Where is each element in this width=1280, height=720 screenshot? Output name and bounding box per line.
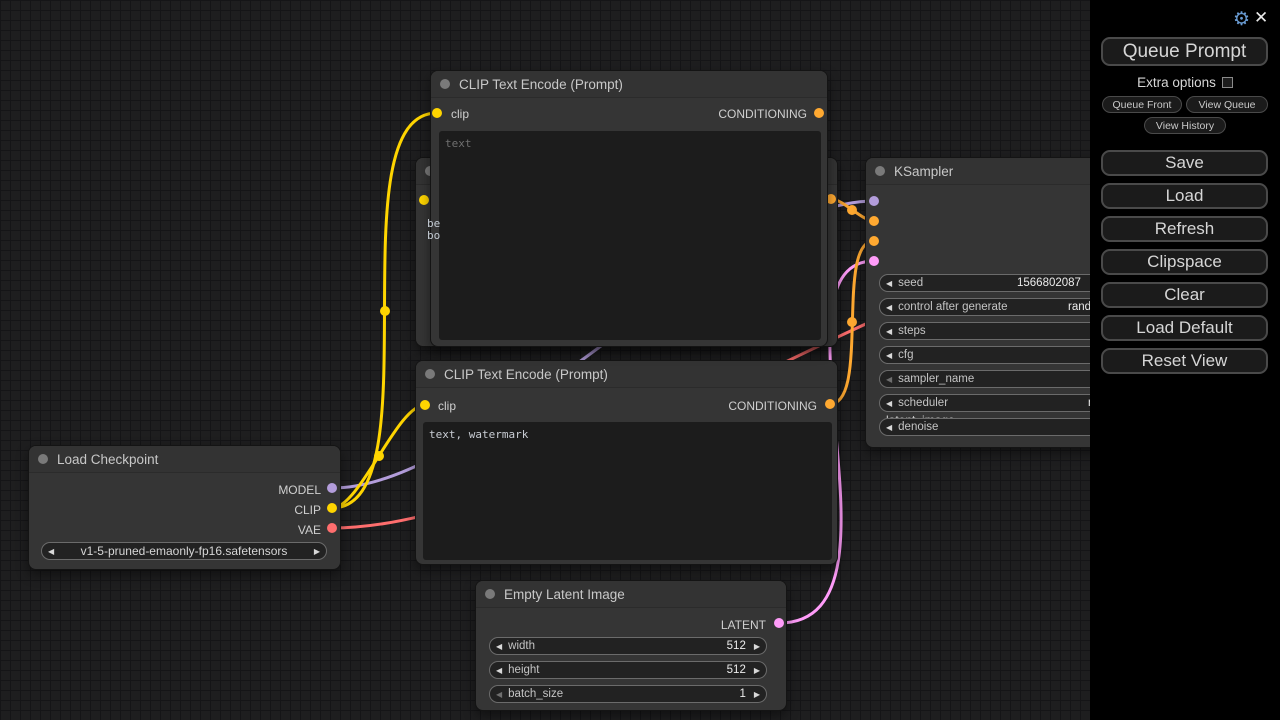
node-type-dot-icon bbox=[38, 454, 48, 464]
node-titlebar[interactable]: CLIP Text Encode (Prompt) bbox=[431, 71, 827, 98]
conditioning-output-label: CONDITIONING bbox=[728, 399, 817, 413]
batch-size-value: 1 bbox=[739, 688, 745, 700]
left-arrow-icon[interactable]: ◀ bbox=[886, 351, 892, 360]
width-widget[interactable]: ◀ width 512 ▶ bbox=[489, 637, 767, 655]
height-value: 512 bbox=[727, 664, 746, 676]
left-arrow-icon[interactable]: ◀ bbox=[496, 690, 502, 699]
prompt-textarea[interactable]: text bbox=[439, 131, 821, 340]
node-titlebar[interactable]: Empty Latent Image bbox=[476, 581, 786, 608]
node-clip-text-encode-top[interactable]: CLIP Text Encode (Prompt) clip CONDITION… bbox=[430, 70, 828, 347]
load-default-button[interactable]: Load Default bbox=[1101, 315, 1268, 341]
height-widget[interactable]: ◀ height 512 ▶ bbox=[489, 661, 767, 679]
clip-input-slot[interactable] bbox=[420, 400, 430, 410]
right-arrow-icon[interactable]: ▶ bbox=[754, 690, 760, 699]
clip-output-label: CLIP bbox=[294, 503, 321, 517]
latent-output-label: LATENT bbox=[721, 618, 766, 632]
left-arrow-icon[interactable]: ◀ bbox=[496, 642, 502, 651]
latent-output-slot[interactable] bbox=[774, 618, 784, 628]
left-arrow-icon[interactable]: ◀ bbox=[886, 303, 892, 312]
save-button[interactable]: Save bbox=[1101, 150, 1268, 176]
width-value: 512 bbox=[727, 640, 746, 652]
conditioning-output-slot[interactable] bbox=[825, 399, 835, 409]
link-dot bbox=[380, 306, 390, 316]
model-output-slot[interactable] bbox=[327, 483, 337, 493]
extra-options-row: Extra options bbox=[1090, 75, 1280, 90]
latent-image-input-slot[interactable] bbox=[869, 256, 879, 266]
link-dot bbox=[374, 451, 384, 461]
node-title: CLIP Text Encode (Prompt) bbox=[444, 367, 608, 382]
right-arrow-icon[interactable]: ▶ bbox=[754, 642, 760, 651]
clip-input-label: clip bbox=[438, 399, 456, 413]
hidden-prompt-text-peek: be bo bbox=[427, 218, 441, 244]
vae-output-slot[interactable] bbox=[327, 523, 337, 533]
node-type-dot-icon bbox=[875, 166, 885, 176]
node-title: Empty Latent Image bbox=[504, 587, 625, 602]
right-arrow-icon[interactable]: ▶ bbox=[754, 666, 760, 675]
node-titlebar[interactable]: Load Checkpoint bbox=[29, 446, 340, 473]
node-empty-latent-image[interactable]: Empty Latent Image LATENT ◀ width 512 ▶ … bbox=[475, 580, 787, 711]
link-dot bbox=[847, 317, 857, 327]
node-title: Load Checkpoint bbox=[57, 452, 158, 467]
left-arrow-icon[interactable]: ◀ bbox=[496, 666, 502, 675]
queue-front-button[interactable]: Queue Front bbox=[1102, 96, 1182, 113]
conditioning-output-slot[interactable] bbox=[814, 108, 824, 118]
left-arrow-icon[interactable]: ◀ bbox=[886, 375, 892, 384]
node-load-checkpoint[interactable]: Load Checkpoint MODEL CLIP VAE ◀ v1-5-pr… bbox=[28, 445, 341, 570]
left-arrow-icon[interactable]: ◀ bbox=[886, 279, 892, 288]
left-arrow-icon[interactable]: ◀ bbox=[48, 547, 54, 556]
seed-value: 1566802087 bbox=[1017, 277, 1081, 289]
load-button[interactable]: Load bbox=[1101, 183, 1268, 209]
queue-prompt-button[interactable]: Queue Prompt bbox=[1101, 37, 1268, 66]
right-arrow-icon[interactable]: ▶ bbox=[314, 547, 320, 556]
left-arrow-icon[interactable]: ◀ bbox=[886, 399, 892, 408]
refresh-button[interactable]: Refresh bbox=[1101, 216, 1268, 242]
model-output-label: MODEL bbox=[278, 483, 321, 497]
clip-input-slot[interactable] bbox=[432, 108, 442, 118]
ckpt-name-widget[interactable]: ◀ v1-5-pruned-emaonly-fp16.safetensors ▶ bbox=[41, 542, 327, 560]
extra-options-label: Extra options bbox=[1137, 75, 1216, 90]
batch-size-widget[interactable]: ◀ batch_size 1 ▶ bbox=[489, 685, 767, 703]
node-type-dot-icon bbox=[425, 369, 435, 379]
node-type-dot-icon bbox=[440, 79, 450, 89]
prompt-textarea[interactable]: text, watermark bbox=[423, 422, 832, 560]
reset-view-button[interactable]: Reset View bbox=[1101, 348, 1268, 374]
clip-input-label: clip bbox=[451, 107, 469, 121]
left-arrow-icon[interactable]: ◀ bbox=[886, 327, 892, 336]
node-title: CLIP Text Encode (Prompt) bbox=[459, 77, 623, 92]
left-arrow-icon[interactable]: ◀ bbox=[886, 423, 892, 432]
view-queue-button[interactable]: View Queue bbox=[1186, 96, 1268, 113]
model-input-slot[interactable] bbox=[869, 196, 879, 206]
close-icon[interactable]: ✕ bbox=[1254, 8, 1268, 28]
node-titlebar[interactable]: CLIP Text Encode (Prompt) bbox=[416, 361, 837, 388]
node-type-dot-icon bbox=[485, 589, 495, 599]
node-title: KSampler bbox=[894, 164, 953, 179]
positive-input-slot[interactable] bbox=[869, 216, 879, 226]
node-clip-text-encode-bottom[interactable]: CLIP Text Encode (Prompt) clip CONDITION… bbox=[415, 360, 838, 565]
clip-input-slot[interactable] bbox=[419, 195, 429, 205]
view-history-button[interactable]: View History bbox=[1144, 117, 1226, 134]
gear-icon[interactable]: ⚙ bbox=[1233, 8, 1250, 31]
negative-input-slot[interactable] bbox=[869, 236, 879, 246]
clear-button[interactable]: Clear bbox=[1101, 282, 1268, 308]
link-dot bbox=[847, 205, 857, 215]
ckpt-name-value: v1-5-pruned-emaonly-fp16.safetensors bbox=[60, 544, 308, 558]
vae-output-label: VAE bbox=[298, 523, 321, 537]
clipspace-button[interactable]: Clipspace bbox=[1101, 249, 1268, 275]
extra-options-checkbox[interactable] bbox=[1222, 77, 1233, 88]
clip-output-slot[interactable] bbox=[327, 503, 337, 513]
conditioning-output-label: CONDITIONING bbox=[718, 107, 807, 121]
